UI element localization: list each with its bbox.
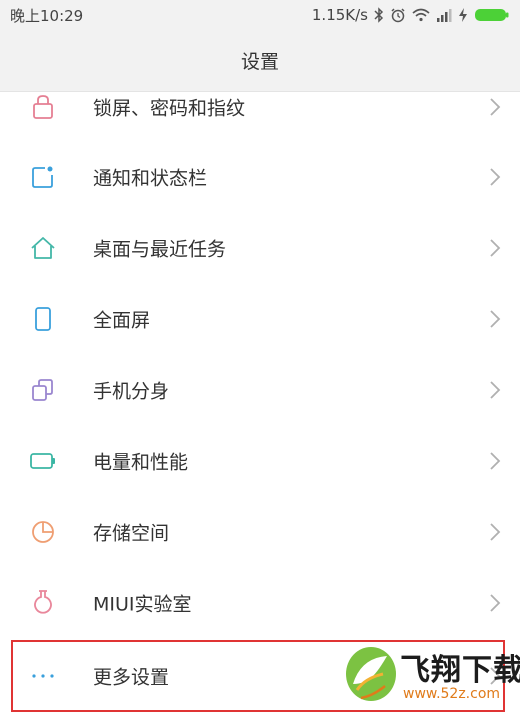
settings-item-label: 手机分身 — [93, 380, 170, 403]
watermark-url: www.52z.com — [403, 686, 501, 702]
wifi-icon — [412, 8, 430, 22]
settings-item-miui-lab[interactable]: MIUI实验室 — [0, 568, 520, 638]
lock-icon — [28, 92, 58, 122]
chevron-right-icon — [490, 594, 501, 612]
phone-icon — [28, 304, 58, 334]
settings-item-dual-apps[interactable]: 手机分身 — [0, 355, 520, 425]
chevron-right-icon — [490, 98, 501, 116]
chevron-right-icon — [490, 168, 501, 186]
charging-icon — [458, 7, 468, 23]
settings-item-label: 电量和性能 — [93, 451, 189, 474]
settings-item-label: MIUI实验室 — [93, 593, 192, 616]
settings-item-battery[interactable]: 电量和性能 — [0, 426, 520, 496]
settings-item-label: 全面屏 — [93, 309, 151, 332]
settings-item-label: 存储空间 — [93, 522, 170, 545]
settings-item-lock-screen[interactable]: 锁屏、密码和指纹 — [0, 72, 520, 142]
settings-item-label: 锁屏、密码和指纹 — [93, 97, 246, 120]
watermark-brand: 飞翔下载 — [400, 653, 520, 688]
watermark-logo-icon — [346, 647, 396, 701]
battery-icon — [474, 7, 510, 23]
status-bar: 晚上10:29 1.15K/s — [0, 0, 520, 30]
chevron-right-icon — [490, 310, 501, 328]
chevron-right-icon — [490, 239, 501, 257]
settings-item-storage[interactable]: 存储空间 — [0, 497, 520, 567]
battery-performance-icon — [28, 446, 58, 476]
status-time: 晚上10:29 — [10, 6, 84, 25]
page-title: 设置 — [240, 51, 279, 73]
alarm-icon — [390, 7, 406, 23]
chevron-right-icon — [490, 381, 501, 399]
chevron-right-icon — [490, 523, 501, 541]
settings-item-label: 通知和状态栏 — [93, 167, 208, 190]
storage-pie-icon — [28, 517, 58, 547]
settings-item-label: 更多设置 — [93, 666, 170, 689]
dual-apps-icon — [28, 375, 58, 405]
home-icon — [28, 233, 58, 263]
settings-item-full-screen[interactable]: 全面屏 — [0, 284, 520, 354]
settings-item-notification[interactable]: 通知和状态栏 — [0, 142, 520, 212]
settings-item-label: 桌面与最近任务 — [93, 238, 227, 261]
notification-icon — [28, 162, 58, 192]
network-speed: 1.15K/s — [311, 6, 368, 24]
more-dots-icon — [28, 661, 58, 691]
chevron-right-icon — [490, 452, 501, 470]
watermark: 飞翔下载 www.52z.com — [343, 636, 520, 716]
signal-icon — [436, 8, 452, 22]
settings-item-desktop[interactable]: 桌面与最近任务 — [0, 213, 520, 283]
bluetooth-icon — [374, 7, 384, 23]
lab-flask-icon — [28, 588, 58, 618]
